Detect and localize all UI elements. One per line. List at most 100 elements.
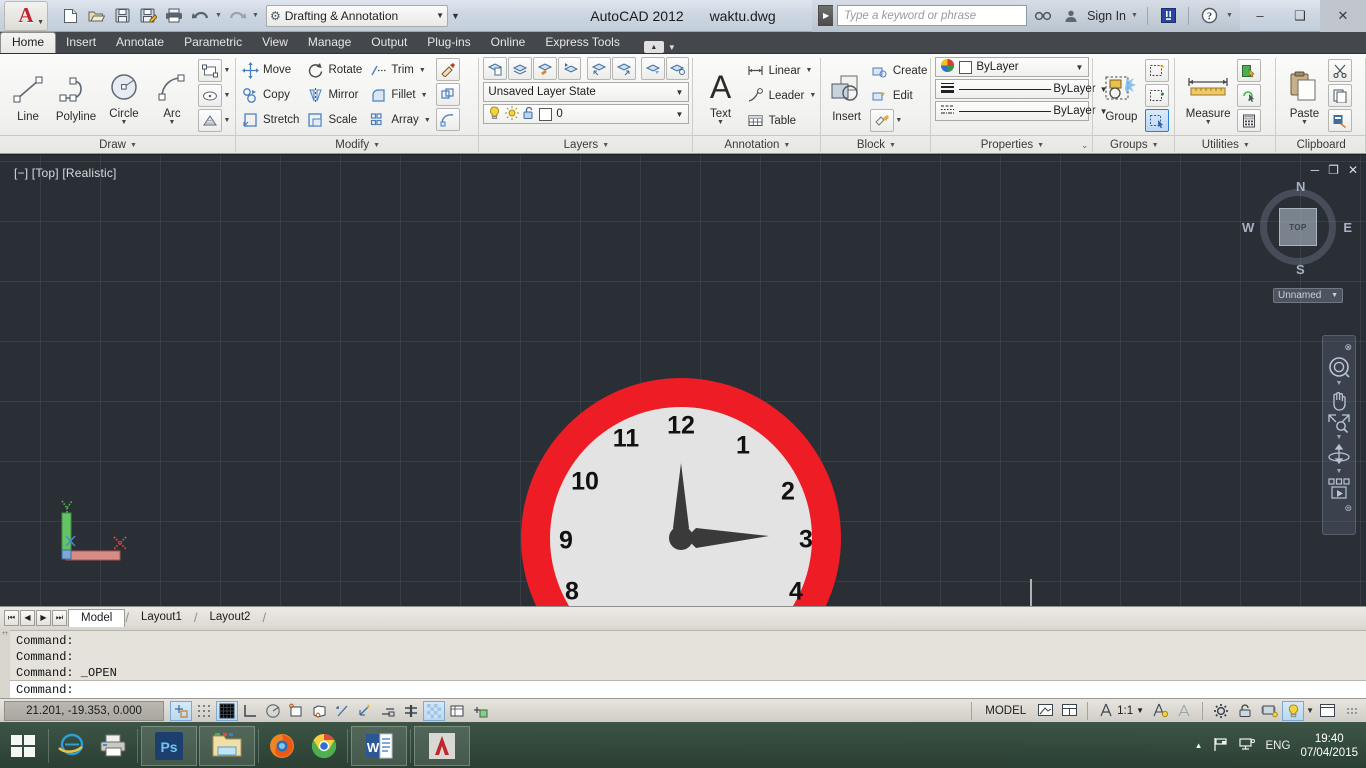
prev-layout-button[interactable]: ◀ [20,609,35,626]
chevron-down-icon[interactable]: ▼ [668,43,676,52]
command-window-grip[interactable] [0,628,10,698]
pan-hand-icon[interactable] [1328,389,1350,411]
quick-select-icon[interactable] [1237,59,1262,82]
search-input[interactable]: Type a keyword or phrase [837,5,1028,26]
chevron-down-icon[interactable]: ▼ [717,119,724,126]
block-tool-edit[interactable]: Edit [870,84,928,108]
panel-title-block[interactable]: Block ▼ [821,135,932,154]
view-name-dropdown[interactable]: Unnamed ▼ [1273,288,1343,303]
panel-title-draw[interactable]: Draw ▼ [0,135,236,154]
plot-icon[interactable] [162,4,186,28]
status-menu-icon[interactable] [1340,701,1362,721]
modify-tool-array[interactable]: Array ▼ [368,108,431,132]
panel-title-layers[interactable]: Layers ▼ [479,135,694,154]
chevron-down-icon[interactable]: ▼ [675,110,686,119]
tab-parametric[interactable]: Parametric [174,32,252,53]
layer-combo[interactable]: 0 ▼ [483,104,690,124]
annotation-tool-leader[interactable]: Leader ▼ [746,84,818,108]
chevron-down-icon[interactable]: ▼ [1152,142,1159,149]
save-icon[interactable] [110,4,134,28]
compass-west[interactable]: W [1242,220,1254,235]
annotation-tool-table[interactable]: Table [746,109,818,133]
copy-clip-icon[interactable] [1328,84,1353,107]
snap-mode-icon[interactable] [193,701,215,721]
annotation-tool-linear[interactable]: Linear ▼ [746,59,818,83]
chevron-down-icon[interactable]: ▼ [419,67,427,74]
chevron-down-icon[interactable]: ▼ [1205,119,1212,126]
color-swatch-icon[interactable] [539,107,553,121]
panel-title-annotation[interactable]: Annotation ▼ [693,135,822,154]
tab-view[interactable]: View [252,32,298,53]
maximize-viewport-icon[interactable]: ❐ [1328,163,1339,177]
workspace-switcher[interactable]: ⚙ Drafting & Annotation ▼ [266,4,448,27]
layer-properties-icon[interactable] [483,57,508,80]
group-selection-icon[interactable] [1145,109,1170,132]
quick-calc-pick-icon[interactable] [1237,84,1262,107]
cut-icon[interactable] [1328,59,1353,82]
layer-on-icon[interactable] [612,57,636,80]
navbar-menu-icon[interactable]: ⊜ [1344,503,1352,514]
layer-previous-icon[interactable] [557,57,582,80]
edit-polyline-icon[interactable] [435,108,460,131]
first-layout-button[interactable]: ⏮ [4,609,19,626]
ribbon-minimize-control[interactable]: ▲ ▼ [643,41,676,53]
panel-title-modify[interactable]: Modify ▼ [236,135,480,154]
chevron-down-icon[interactable]: ▼ [1037,142,1044,149]
file-explorer-icon[interactable] [199,725,255,766]
maximize-button[interactable]: ❑ [1280,0,1320,32]
utilities-tool-measure[interactable]: Measure ▼ [1179,65,1237,126]
ribbon-collapse-icon[interactable]: ▲ [643,41,664,53]
network-icon[interactable] [1238,737,1256,755]
minimize-viewport-icon[interactable]: ─ [1311,163,1320,177]
selection-cycling-icon[interactable] [469,701,491,721]
chevron-down-icon[interactable]: ▼ [1130,12,1139,19]
saveas-icon[interactable] [136,4,160,28]
layer-off-icon[interactable] [587,57,612,80]
chevron-down-icon[interactable]: ▼ [169,119,176,126]
chevron-down-icon[interactable]: ▼ [214,12,223,19]
tab-output[interactable]: Output [361,32,417,53]
color-combo[interactable]: ByLayer ▼ [935,57,1090,77]
hatch-icon[interactable] [198,109,222,132]
match-properties-clip-icon[interactable] [1328,109,1353,132]
tab-online[interactable]: Online [481,32,536,53]
new-icon[interactable] [58,4,82,28]
annotation-scale[interactable]: 1:1 ▼ [1095,703,1147,718]
chevron-down-icon[interactable]: ▼ [436,11,444,20]
chevron-down-icon[interactable]: ▼ [222,92,232,99]
chevron-down-icon[interactable]: ▼ [889,142,896,149]
chevron-down-icon[interactable]: ▼ [1075,63,1086,72]
viewport-icon[interactable] [1058,701,1080,721]
compass-south[interactable]: S [1296,262,1305,277]
navigation-bar[interactable]: ⊗ ▼ ▼ ▼ ⊜ [1322,335,1356,535]
modify-tool-stretch[interactable]: Stretch [240,108,299,132]
redo-icon[interactable] [225,4,249,28]
navbar-close-icon[interactable]: ⊗ [1344,342,1352,353]
dynamic-ucs-icon[interactable] [354,701,376,721]
group-edit-icon[interactable] [1145,84,1170,107]
drawing-canvas[interactable]: [−] [Top] [Realistic] ─ ❐ ✕ 12 1 2 3 4 5… [0,154,1366,698]
photoshop-icon[interactable]: Ps [141,725,197,766]
quick-properties-icon[interactable] [446,701,468,721]
chevron-down-icon[interactable]: ▼ [1301,119,1308,126]
chevron-down-icon[interactable]: ▼ [783,142,790,149]
show-hidden-icons-button[interactable]: ▲ [1195,741,1203,750]
chevron-down-icon[interactable]: ▼ [1336,380,1343,387]
lock-toolbars-icon[interactable] [1234,701,1256,721]
draw-tool-line[interactable]: Line [4,68,52,123]
word-icon[interactable]: W [351,725,407,766]
tab-home[interactable]: Home [0,32,57,53]
modify-tool-mirror[interactable]: Mirror [305,83,362,107]
annotation-tool-text[interactable]: A Text ▼ [697,65,743,126]
modify-tool-scale[interactable]: Scale [305,108,362,132]
tab-insert[interactable]: Insert [56,32,106,53]
undo-icon[interactable] [188,4,212,28]
chevron-down-icon[interactable]: ▼ [806,67,814,74]
chevron-down-icon[interactable]: ▼ [1225,12,1234,19]
steering-wheel-icon[interactable] [1327,355,1351,379]
draw-tool-arc[interactable]: Arc ▼ [148,65,196,126]
chevron-down-icon[interactable]: ▼ [222,67,232,74]
firefox-icon[interactable] [261,726,303,766]
chevron-down-icon[interactable]: ▼ [121,119,128,126]
windows-start-icon[interactable] [0,723,46,768]
